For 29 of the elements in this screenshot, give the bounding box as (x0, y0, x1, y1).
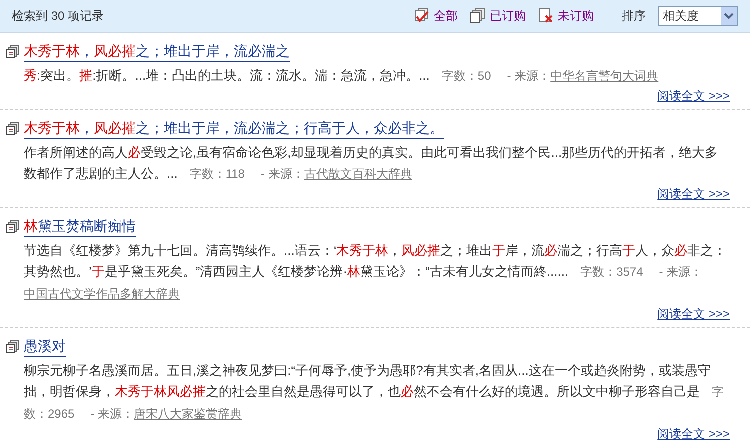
record-title-link[interactable]: 木秀于林，风必摧之；堆出于岸，流必湍之；行高于人，众必非之。 (24, 118, 444, 139)
source-link[interactable]: 中国古代文学作品多解大辞典 (24, 287, 180, 301)
documents-icon (6, 220, 20, 234)
filter-link[interactable]: 已订购 (470, 7, 526, 25)
read-more-link[interactable]: 阅读全文 >>> (658, 185, 730, 203)
source-link[interactable]: 中华名言警句大词典 (550, 69, 659, 83)
source-link[interactable]: 唐宋八大家鉴赏辞典 (134, 407, 242, 421)
documents-check-icon (414, 8, 430, 24)
record-snippet: 秀:突出。摧:折断。...堆：凸出的土块。流：流水。湍：急流，急冲。... 字数：50 - 来源：中华名言警句大词典 (23, 67, 660, 85)
record-title-link[interactable]: 木秀于林，风必摧之；堆出于岸，流必湍之 (24, 41, 290, 62)
document-cross-icon (538, 8, 554, 24)
sort-select[interactable]: 相关度 (658, 6, 738, 26)
record-snippet: 节选自《红楼梦》第九十七回。清高鹗续作。...语云：‘木秀于林，风必摧之；堆出于岸，流必湍之；行高于人，众必非之：其势然也。’于是乎黛玉死矣。”清西园主人《红楼梦论辨·林黛玉论》：“古未有儿女之情而終...... 字数：3574 - 来源： 中国古代文学作品多解大辞典 (23, 242, 728, 303)
documents-icon (470, 8, 486, 24)
documents-icon (6, 122, 20, 136)
documents-icon (6, 340, 20, 354)
source-link[interactable]: 古代散文百科大辞典 (304, 167, 412, 181)
read-more-link[interactable]: 阅读全文 >>> (658, 425, 730, 443)
record-snippet: 作者所阐述的高人必受毁之论,虽有宿命论色彩,却显现着历史的真实。由此可看出我们整个民...那些历代的开拓者，绝大多数都作了悲剧的主人公。... 字数：118 - 来源：古代散文百科大辞典 (23, 144, 720, 183)
read-more-link[interactable]: 阅读全文 >>> (658, 87, 730, 105)
filter-link[interactable]: 未订购 (538, 7, 594, 25)
result-count: 检索到 30 项记录 (12, 8, 104, 25)
filter-link[interactable]: 全部 (414, 7, 458, 25)
record-title-link[interactable]: 愚溪对 (24, 336, 66, 357)
record-snippet: 柳宗元柳子名愚溪而居。五日,溪之神夜见梦曰:“子何辱予,使予为愚耶?有其实者,名固从...这在一个或趋炎附势，或装愚守拙，明哲保身，木秀于林风必摧之的社会里自然是愚得可以了，也必然不会有什么好的境遇。所以文中柳子形容自己是 字数：2965 - 来源：唐宋八大家鉴赏辞典 (23, 362, 725, 423)
sort-label: 排序 (622, 8, 646, 25)
documents-icon (6, 44, 20, 58)
read-more-link[interactable]: 阅读全文 >>> (658, 305, 730, 323)
record-title-link[interactable]: 林黛玉焚稿断痴情 (24, 216, 136, 237)
